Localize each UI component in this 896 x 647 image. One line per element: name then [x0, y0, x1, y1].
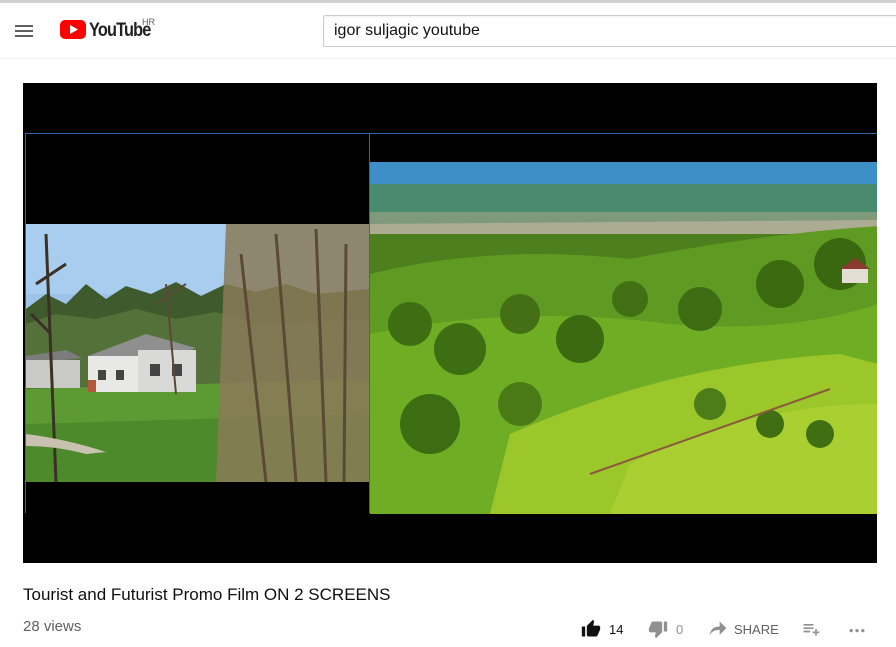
youtube-logo[interactable]: YouTube HR — [60, 17, 160, 44]
masthead: YouTube HR — [0, 3, 896, 59]
more-actions-button[interactable] — [846, 616, 868, 642]
search-input[interactable] — [324, 16, 896, 46]
like-button[interactable]: 14 — [581, 616, 623, 642]
menu-icon[interactable] — [12, 19, 36, 43]
like-icon — [581, 619, 601, 637]
dislike-count: 0 — [676, 621, 684, 637]
share-button[interactable]: SHARE — [708, 616, 779, 642]
logo-region: HR — [142, 17, 155, 27]
right-screen — [369, 133, 877, 514]
left-screen — [25, 133, 370, 514]
share-label: SHARE — [734, 621, 779, 637]
dislike-icon — [648, 621, 668, 639]
search-box[interactable] — [323, 15, 896, 47]
hills-scene-image — [370, 134, 877, 514]
more-icon — [849, 629, 865, 633]
share-icon — [709, 621, 727, 636]
like-count: 14 — [609, 621, 624, 637]
video-player[interactable] — [23, 83, 877, 563]
save-to-playlist-button[interactable] — [800, 616, 822, 642]
video-title: Tourist and Futurist Promo Film ON 2 SCR… — [23, 585, 391, 604]
youtube-logo-icon — [60, 20, 86, 39]
add-to-playlist-icon — [803, 624, 820, 636]
house-scene-image — [26, 134, 370, 514]
dislike-button[interactable]: 0 — [648, 616, 683, 642]
video-actions: 14 0 SHARE — [0, 616, 896, 642]
